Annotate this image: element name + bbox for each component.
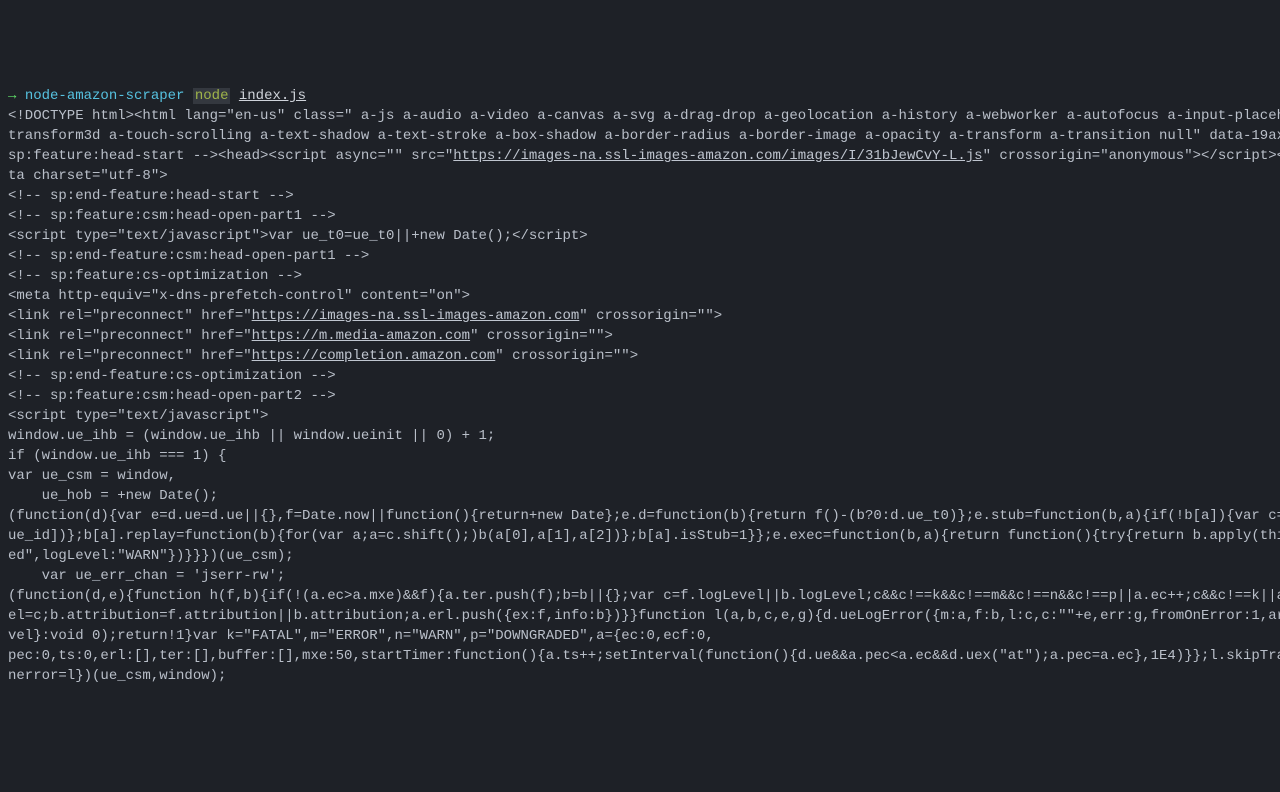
output-line: <link rel="preconnect" href="https://com… <box>8 346 1272 366</box>
output-line: pec:0,ts:0,erl:[],ter:[],buffer:[],mxe:5… <box>8 646 1272 666</box>
url-link-icon: https://images-na.ssl-images-amazon.com/… <box>453 148 982 164</box>
output-line: <link rel="preconnect" href="https://m.m… <box>8 326 1272 346</box>
output-line: vel}:void 0);return!1}var k="FATAL",m="E… <box>8 626 1272 646</box>
output-line: window.ue_ihb = (window.ue_ihb || window… <box>8 426 1272 446</box>
output-line: <!-- sp:feature:csm:head-open-part1 --> <box>8 206 1272 226</box>
output-line: <script type="text/javascript">var ue_t0… <box>8 226 1272 246</box>
output-line: <!-- sp:end-feature:csm:head-open-part1 … <box>8 246 1272 266</box>
output-line: <!DOCTYPE html><html lang="en-us" class=… <box>8 106 1272 126</box>
output-line: ue_hob = +new Date(); <box>8 486 1272 506</box>
output-line: nerror=l})(ue_csm,window); <box>8 666 1272 686</box>
output-line: (function(d,e){function h(f,b){if(!(a.ec… <box>8 586 1272 606</box>
output-line: <!-- sp:end-feature:cs-optimization --> <box>8 366 1272 386</box>
prompt-command: node <box>193 88 231 104</box>
prompt-dir: node-amazon-scraper <box>25 88 185 104</box>
output-line: <script type="text/javascript"> <box>8 406 1272 426</box>
prompt-line: → node-amazon-scraper node index.js <box>8 86 1272 106</box>
output-line: <!-- sp:feature:cs-optimization --> <box>8 266 1272 286</box>
output-line: ue_id])};b[a].replay=function(b){for(var… <box>8 526 1272 546</box>
prompt-arg: index.js <box>239 88 306 104</box>
output-line: (function(d){var e=d.ue=d.ue||{},f=Date.… <box>8 506 1272 526</box>
url-link-icon: https://images-na.ssl-images-amazon.com <box>252 308 580 324</box>
terminal-output[interactable]: → node-amazon-scraper node index.js<!DOC… <box>8 86 1272 686</box>
url-link-icon: https://completion.amazon.com <box>252 348 496 364</box>
output-line: transform3d a-touch-scrolling a-text-sha… <box>8 126 1272 146</box>
output-line: var ue_err_chan = 'jserr-rw'; <box>8 566 1272 586</box>
url-link-icon: https://m.media-amazon.com <box>252 328 470 344</box>
output-line: el=c;b.attribution=f.attribution||b.attr… <box>8 606 1272 626</box>
output-line: <!-- sp:end-feature:head-start --> <box>8 186 1272 206</box>
output-line: <!-- sp:feature:csm:head-open-part2 --> <box>8 386 1272 406</box>
output-line: ed",logLevel:"WARN"})}}})(ue_csm); <box>8 546 1272 566</box>
output-line: ta charset="utf-8"> <box>8 166 1272 186</box>
output-line: var ue_csm = window, <box>8 466 1272 486</box>
output-line: <link rel="preconnect" href="https://ima… <box>8 306 1272 326</box>
output-line: <meta http-equiv="x-dns-prefetch-control… <box>8 286 1272 306</box>
output-line: sp:feature:head-start --><head><script a… <box>8 146 1272 166</box>
prompt-arrow-icon: → <box>8 88 16 104</box>
output-line: if (window.ue_ihb === 1) { <box>8 446 1272 466</box>
